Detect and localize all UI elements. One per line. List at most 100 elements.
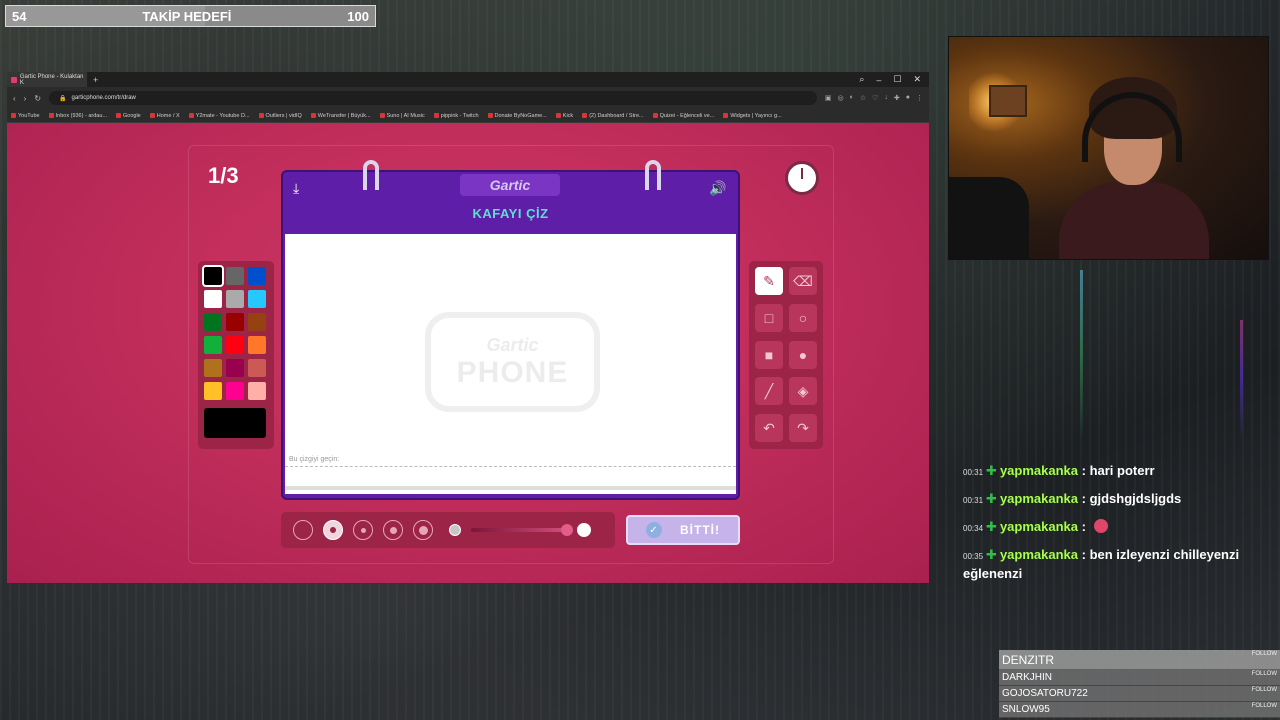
extension-icon[interactable]: ▣ [825,94,832,102]
new-tab-icon[interactable]: + [93,75,98,85]
bookmark-item[interactable]: (2) Dashboard / Stre... [582,113,644,119]
brush-size-option[interactable] [293,520,313,540]
bookmark-label: Suno | AI Music [386,112,425,119]
brush-size-option[interactable] [353,520,373,540]
color-swatch[interactable] [226,359,244,377]
color-palette [198,261,274,449]
opacity-slider[interactable] [471,524,573,536]
color-swatch[interactable] [248,336,266,354]
color-swatch[interactable] [204,313,222,331]
cam-body [1059,182,1209,259]
current-color-preview [204,408,266,438]
line-icon[interactable]: ╱ [755,377,783,406]
bookmark-label: Inbox (936) - ardau... [55,112,107,119]
volume-icon[interactable]: 🔊 [709,180,726,197]
slider-knob[interactable] [561,524,573,536]
back-icon[interactable]: ‹ [13,94,16,103]
bookmark-item[interactable]: Widgets | Yayıncı g... [723,113,782,119]
cam-chair [949,177,1029,259]
bg-streak [1240,320,1243,440]
bookmark-favicon-icon [433,113,439,118]
bookmark-label: Outliers | vidIQ [265,112,302,119]
extension-icon[interactable]: ◎ [837,94,843,102]
brush-size-option[interactable] [383,520,403,540]
tab-title: Gartic Phone - Kulaktan K [19,73,84,86]
bookmark-item[interactable]: Inbox (936) - ardau... [48,112,107,119]
color-swatch[interactable] [226,313,244,331]
color-swatch[interactable] [204,359,222,377]
bookmark-item[interactable]: Home / X [149,113,180,119]
bookmark-favicon-icon [258,113,264,118]
chat-separator: : [1078,519,1090,534]
bookmark-label: pippink - Twitch [440,112,479,119]
close-icon[interactable]: ✕ [913,74,921,85]
bg-streak [1080,270,1083,440]
bookmark-item[interactable]: Kick [555,112,574,119]
gartic-page: 1/3 ✎ ⌫ □ ○ ■ ● ╱ ◈ ↶ ↷ ⤓ Gartic 🔊 KAFAY… [7,123,929,583]
bookmark-item[interactable]: Donate ByNoGame... [487,113,547,119]
bookmark-item[interactable]: Y2mate - Youtube D... [188,113,250,119]
color-swatch[interactable] [226,382,244,400]
rect-filled-icon[interactable]: ■ [755,340,783,369]
download-drawing-icon[interactable]: ⤓ [293,180,299,197]
bookmark-favicon-icon [48,113,54,118]
bookmark-label: Kick [562,112,574,119]
undo-icon[interactable]: ↶ [755,414,783,443]
drawing-canvas[interactable]: Gartic PHONE Bu çizgiyi geçin: [285,234,736,494]
circle-filled-icon[interactable]: ● [789,340,817,369]
menu-icon[interactable]: ⋮ [916,94,923,102]
color-swatch[interactable] [248,313,266,331]
chat-username: yapmakanka [999,519,1078,534]
color-swatch[interactable] [248,359,266,377]
forward-icon[interactable]: › [24,94,27,103]
eraser-icon[interactable]: ⌫ [789,267,817,295]
bookmark-item[interactable]: Google [116,113,141,119]
color-swatch[interactable] [204,382,222,400]
bookmark-item[interactable]: Quizei - Eğlenceli ve... [652,113,714,119]
bookmark-item[interactable]: WeTransfer | Büyük... [310,113,371,119]
brush-size-option[interactable] [413,520,433,540]
minimize-icon[interactable]: – [876,75,881,85]
extensions-puzzle-icon[interactable]: ✚ [894,94,900,102]
color-swatch[interactable] [226,336,244,354]
color-swatch[interactable] [248,382,266,400]
done-button[interactable]: ✓ BİTTİ! [626,515,740,545]
rect-outline-icon[interactable]: □ [755,303,783,332]
bookmark-item[interactable]: YouTube [11,113,40,119]
profile-icon[interactable]: ● [906,94,910,102]
circle-outline-icon[interactable]: ○ [789,303,817,332]
bookmark-item[interactable]: pippink - Twitch [433,112,479,119]
bookmark-item[interactable]: Outliers | vidIQ [258,112,302,119]
heart-icon[interactable]: ♡ [872,94,878,102]
color-swatch[interactable] [248,267,266,285]
brush-size-option[interactable] [323,520,343,540]
follow-tag: FOLLOW [1251,651,1277,657]
browser-tab[interactable]: Gartic Phone - Kulaktan K [7,72,87,87]
color-swatch[interactable] [202,265,224,287]
pencil-icon[interactable]: ✎ [755,267,783,295]
color-swatch[interactable] [248,290,266,308]
chat-timestamp: 00:35 [963,552,984,561]
url-field[interactable]: 🔒 garticphone.com/tr/draw [49,91,817,105]
color-swatch[interactable] [226,290,244,308]
color-swatch[interactable] [226,267,244,285]
cam-shelf [989,85,1027,117]
color-swatch[interactable] [204,290,222,308]
search-tabs-icon[interactable]: ⌕ [859,74,864,85]
follower-name: DENZITR [1002,652,1054,667]
fill-icon[interactable]: ◈ [789,377,817,406]
bookmark-item[interactable]: Suno | AI Music [379,112,425,119]
follower-goal-bar: 54 TAKİP HEDEFİ 100 [5,5,376,27]
bookmark-star-icon[interactable]: ☆ [860,94,866,102]
webcam-feed [948,36,1269,260]
maximize-icon[interactable]: ☐ [893,74,901,85]
color-swatch[interactable] [204,336,222,354]
download-icon[interactable]: ↓ [884,94,888,102]
tool-panel: ✎ ⌫ □ ○ ■ ● ╱ ◈ ↶ ↷ [749,261,823,449]
check-icon: ✓ [646,522,662,538]
extension-icon[interactable]: ◐ [850,94,854,102]
redo-icon[interactable]: ↷ [789,414,817,443]
chat-message: 00:35 ✚ yapmakanka : ben izleyenzi chilley… [963,546,1263,582]
reload-icon[interactable]: ↻ [34,94,41,103]
brush-size-dot [360,527,366,533]
